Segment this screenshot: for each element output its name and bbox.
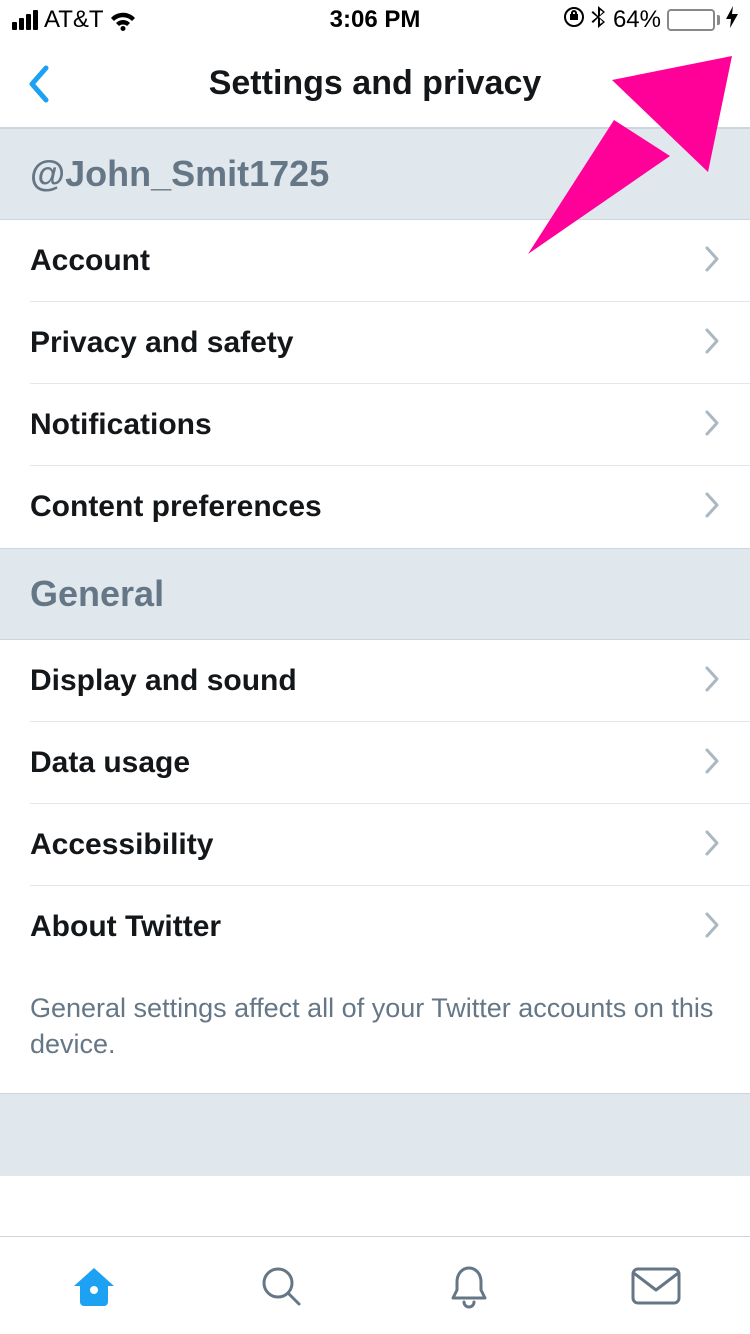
- row-label: Account: [30, 244, 150, 278]
- row-label: Notifications: [30, 408, 212, 442]
- chevron-right-icon: [704, 911, 720, 944]
- chevron-right-icon: [704, 491, 720, 524]
- spacer-section: [0, 1093, 750, 1176]
- section-header-general: General: [0, 548, 750, 640]
- row-notifications[interactable]: Notifications: [0, 384, 750, 466]
- back-button[interactable]: [16, 62, 60, 106]
- tab-messages[interactable]: [616, 1256, 696, 1316]
- general-settings-list: Display and sound Data usage Accessibili…: [0, 640, 750, 968]
- battery-percent-label: 64%: [613, 6, 661, 34]
- row-privacy-and-safety[interactable]: Privacy and safety: [0, 302, 750, 384]
- charging-icon: [726, 6, 738, 34]
- row-account[interactable]: Account: [0, 220, 750, 302]
- section-header-user: @John_Smit1725: [0, 128, 750, 220]
- status-left: AT&T: [12, 6, 136, 34]
- account-settings-list: Account Privacy and safety Notifications…: [0, 220, 750, 548]
- chevron-left-icon: [26, 64, 50, 104]
- row-label: Privacy and safety: [30, 326, 293, 360]
- row-label: About Twitter: [30, 910, 221, 944]
- row-about-twitter[interactable]: About Twitter: [0, 886, 750, 968]
- row-label: Content preferences: [30, 490, 322, 524]
- chevron-right-icon: [704, 665, 720, 698]
- row-data-usage[interactable]: Data usage: [0, 722, 750, 804]
- wifi-icon: [110, 6, 136, 34]
- carrier-label: AT&T: [44, 6, 104, 34]
- search-icon: [257, 1262, 305, 1310]
- row-accessibility[interactable]: Accessibility: [0, 804, 750, 886]
- orientation-lock-icon: [563, 6, 585, 35]
- row-label: Data usage: [30, 746, 190, 780]
- row-content-preferences[interactable]: Content preferences: [0, 466, 750, 548]
- status-time: 3:06 PM: [330, 6, 421, 34]
- chevron-right-icon: [704, 747, 720, 780]
- general-footer-note: General settings affect all of your Twit…: [0, 968, 750, 1093]
- bell-icon: [445, 1262, 493, 1310]
- cellular-signal-icon: [12, 10, 38, 30]
- battery-icon: [667, 9, 720, 31]
- row-display-and-sound[interactable]: Display and sound: [0, 640, 750, 722]
- row-label: Display and sound: [30, 664, 297, 698]
- home-icon: [70, 1262, 118, 1310]
- tab-home[interactable]: [54, 1256, 134, 1316]
- page-title: Settings and privacy: [209, 64, 542, 103]
- row-label: Accessibility: [30, 828, 213, 862]
- bluetooth-icon: [591, 5, 607, 36]
- tab-notifications[interactable]: [429, 1256, 509, 1316]
- status-bar: AT&T 3:06 PM 64%: [0, 0, 750, 40]
- chevron-right-icon: [704, 327, 720, 360]
- status-right: 64%: [563, 5, 738, 36]
- user-handle: @John_Smit1725: [30, 153, 720, 195]
- mail-icon: [630, 1266, 682, 1306]
- chevron-right-icon: [704, 409, 720, 442]
- chevron-right-icon: [704, 829, 720, 862]
- tab-search[interactable]: [241, 1256, 321, 1316]
- section-title-general: General: [30, 573, 720, 615]
- nav-header: Settings and privacy: [0, 40, 750, 128]
- tab-bar: [0, 1236, 750, 1334]
- chevron-right-icon: [704, 245, 720, 278]
